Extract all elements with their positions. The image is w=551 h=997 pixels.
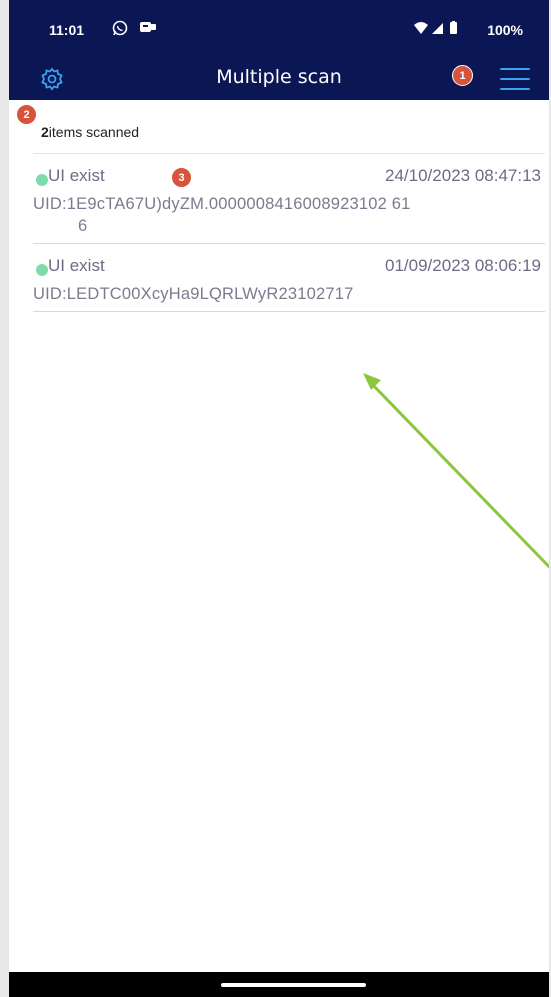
- wifi-icon: [414, 22, 428, 34]
- list-item[interactable]: UI exist 01/09/2023 08:06:19 UID:LEDTC00…: [33, 244, 545, 312]
- notification-icon: [139, 19, 157, 39]
- status-bar: 11:01 100%: [9, 0, 549, 57]
- item-timestamp: 01/09/2023 08:06:19: [385, 256, 541, 275]
- whatsapp-icon: [111, 19, 129, 41]
- wifi-signal-icons: [413, 21, 463, 40]
- navigation-bar: [9, 972, 549, 997]
- annotation-marker-2: 2: [16, 104, 37, 125]
- phone-screen: 11:01 100% Multiple scan 1 2 2items scan…: [0, 0, 551, 997]
- item-uid: UID:LEDTC00XcyHa9LQRLWyR23102717: [33, 278, 545, 311]
- home-handle[interactable]: [221, 983, 366, 987]
- hamburger-menu-icon[interactable]: [500, 68, 530, 92]
- annotation-arrow: [363, 373, 549, 569]
- scan-count: 2: [41, 124, 49, 140]
- status-dot-icon: [36, 264, 48, 276]
- status-time: 11:01: [49, 22, 85, 38]
- battery-percentage: 100%: [487, 22, 523, 38]
- item-uid-wrap: 6: [78, 217, 88, 235]
- battery-icon: [450, 21, 457, 34]
- list-item[interactable]: UI exist 24/10/2023 08:47:13 UID:1E9cTA6…: [33, 154, 545, 244]
- item-uid: UID:1E9cTA67U)dyZM.0000008416008923102 6…: [33, 188, 545, 243]
- item-uid-line: UID:LEDTC00XcyHa9LQRLWyR23102717: [33, 285, 354, 303]
- item-uid-line: UID:1E9cTA67U)dyZM.0000008416008923102 6…: [33, 195, 411, 213]
- annotation-marker-3: 3: [171, 167, 192, 188]
- item-status: UI exist: [48, 256, 105, 275]
- item-status: UI exist: [48, 166, 105, 185]
- annotation-marker-1: 1: [452, 65, 473, 86]
- scan-list: UI exist 24/10/2023 08:47:13 UID:1E9cTA6…: [33, 153, 545, 312]
- item-timestamp: 24/10/2023 08:47:13: [385, 166, 541, 185]
- scan-summary-text: items scanned: [48, 124, 140, 140]
- status-dot-icon: [36, 174, 48, 186]
- signal-icon: [432, 23, 443, 34]
- scan-summary: 2items scanned: [41, 124, 139, 140]
